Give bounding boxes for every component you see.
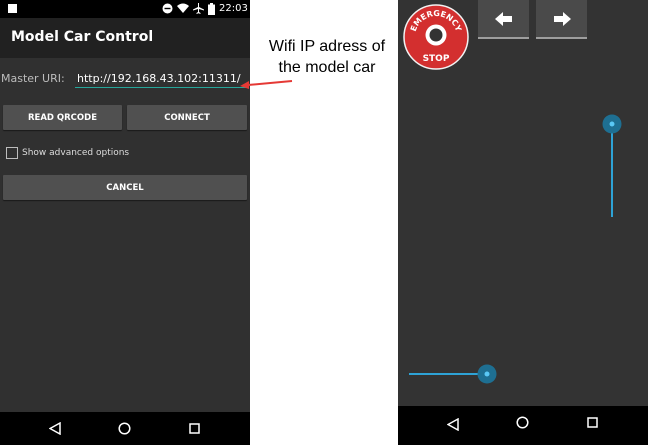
read-qrcode-button[interactable]: READ QRCODE [3, 105, 122, 130]
wifi-icon [177, 3, 189, 13]
annotation-text: Wifi IP adress of the model car [254, 36, 400, 78]
show-advanced-label: Show advanced options [22, 148, 130, 158]
show-advanced-checkbox[interactable] [6, 147, 18, 159]
cancel-button[interactable]: CANCEL [3, 175, 247, 200]
annotation-line-1: Wifi IP adress of [268, 38, 386, 55]
right-phone-screen: EMERGENCY STOP [398, 0, 648, 445]
annotation-line-2: the model car [278, 59, 376, 76]
emergency-stop-button[interactable]: EMERGENCY STOP [403, 4, 469, 70]
annotation-arrow [240, 80, 293, 89]
back-icon[interactable] [49, 422, 61, 435]
navigation-bar [0, 412, 250, 445]
status-time: 22:03 [219, 3, 248, 14]
status-bar: 22:03 [0, 0, 250, 18]
master-uri-input[interactable] [75, 69, 247, 88]
app-title: Model Car Control [11, 29, 154, 45]
left-phone-screen: 22:03 Model Car Control Master URI: READ… [0, 0, 250, 445]
recents-icon[interactable] [587, 417, 598, 428]
recents-icon[interactable] [189, 423, 200, 434]
steer-right-button[interactable] [536, 0, 587, 39]
master-uri-label: Master URI: [1, 72, 65, 85]
notification-icon [8, 4, 17, 13]
airplane-icon [193, 3, 204, 14]
app-bar: Model Car Control [0, 18, 250, 58]
vertical-slider-thumb[interactable] [602, 114, 622, 134]
home-icon[interactable] [516, 416, 529, 429]
arrow-left-icon [494, 11, 512, 26]
stop-label: STOP [423, 54, 450, 64]
steer-left-button[interactable] [478, 0, 529, 39]
home-icon[interactable] [118, 422, 131, 435]
connect-button[interactable]: CONNECT [127, 105, 247, 130]
horizontal-slider-thumb[interactable] [477, 364, 497, 384]
back-icon[interactable] [447, 418, 459, 431]
navigation-bar-right [398, 406, 648, 445]
battery-icon [208, 3, 215, 15]
vertical-slider-track[interactable] [611, 122, 613, 217]
do-not-disturb-icon [162, 3, 173, 14]
arrow-right-icon [553, 11, 571, 26]
